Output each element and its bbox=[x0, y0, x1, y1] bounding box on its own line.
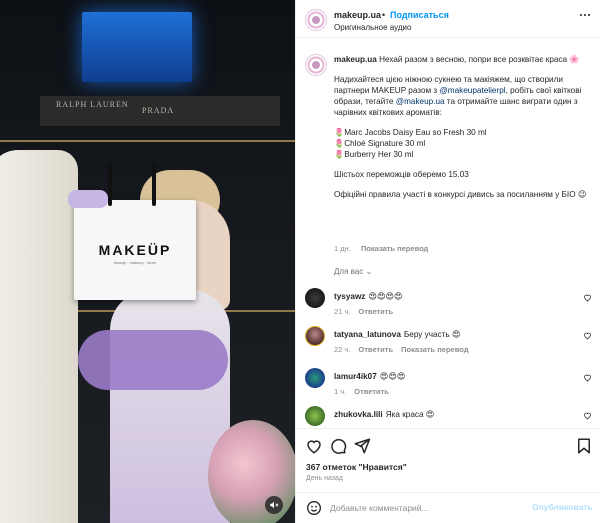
comment-item: zhukovka.lili Яка краса 😍 bbox=[296, 406, 600, 428]
brand-sign-1: RALPH LAUREN bbox=[56, 100, 129, 109]
volume-off-icon bbox=[270, 501, 279, 509]
for-you-dropdown[interactable]: Для вас ⌄ bbox=[334, 267, 372, 276]
caption-meta: 1 дн. Показать перевод bbox=[334, 244, 436, 253]
mention-link[interactable]: @makeupatelierpl bbox=[439, 86, 505, 95]
reply-button[interactable]: Ответить bbox=[358, 307, 393, 316]
heart-icon[interactable] bbox=[583, 293, 592, 302]
follow-button[interactable]: Подписаться bbox=[390, 10, 449, 20]
show-translation-button[interactable]: Показать перевод bbox=[361, 244, 428, 253]
avatar[interactable] bbox=[305, 406, 325, 426]
winners-text: Шістьох переможців оберемо 15.03 bbox=[334, 170, 469, 179]
comment-item: lamur4ik07 😍😍😍 1 ч. Ответить bbox=[296, 368, 600, 408]
comment-text: Яка краса 😍 bbox=[385, 410, 435, 419]
comment-text: 😍😍😍😍 bbox=[368, 292, 403, 301]
mute-button[interactable] bbox=[265, 496, 283, 514]
comment-text: 😍😍😍 bbox=[379, 372, 406, 381]
comment-username[interactable]: zhukovka.lili bbox=[334, 410, 383, 419]
store-screen bbox=[82, 12, 192, 82]
heart-icon[interactable] bbox=[583, 373, 592, 382]
comment-input[interactable] bbox=[330, 500, 530, 516]
heart-icon[interactable] bbox=[583, 331, 592, 340]
avatar[interactable] bbox=[305, 368, 325, 388]
bookmark-icon[interactable] bbox=[575, 437, 593, 455]
show-translation-button[interactable]: Показать перевод bbox=[401, 345, 468, 354]
comment-item: tysyawz 😍😍😍😍 21 ч. Ответить bbox=[296, 288, 600, 328]
mention-link[interactable]: @makeup.ua bbox=[396, 97, 445, 106]
send-icon[interactable] bbox=[353, 437, 371, 455]
comment-item: tatyana_latunova Беру участь 😍 22 ч. Ответ… bbox=[296, 326, 600, 366]
bag-subtitle: beauty · makeup · store bbox=[113, 260, 157, 265]
post-caption: makeup.ua Нехай разом з весною, попри вс… bbox=[334, 54, 589, 209]
purple-sash bbox=[78, 330, 228, 390]
prize-item: 🌷Chloé Signature 30 ml bbox=[334, 139, 426, 148]
post-side-panel: makeup.ua • Подписаться Оригинальное ауд… bbox=[295, 0, 600, 523]
comment-time: 21 ч. bbox=[334, 307, 351, 316]
more-horizontal-icon[interactable] bbox=[578, 8, 592, 22]
post-media[interactable]: RALPH LAUREN PRADA MAKEÜP beauty · makeu… bbox=[0, 0, 295, 523]
post-actions: 367 отметок "Нравится" День назад bbox=[296, 428, 600, 492]
shelf-light bbox=[0, 140, 295, 142]
likes-count[interactable]: 367 отметок "Нравится" bbox=[306, 462, 407, 472]
comment-text: Беру участь 😍 bbox=[403, 330, 461, 339]
prize-item: 🌷Burberry Her 30 ml bbox=[334, 150, 414, 159]
comment-time: 1 ч. bbox=[334, 387, 347, 396]
comment-icon[interactable] bbox=[329, 437, 347, 455]
bag-logo: MAKEÜP bbox=[98, 242, 172, 258]
author-username[interactable]: makeup.ua bbox=[334, 10, 381, 20]
avatar[interactable] bbox=[305, 326, 325, 346]
post-comment-button[interactable]: Опубликовать bbox=[532, 502, 593, 512]
instagram-post-window: RALPH LAUREN PRADA MAKEÜP beauty · makeu… bbox=[0, 0, 600, 523]
prize-item: 🌷Marc Jacobs Daisy Eau so Fresh 30 ml bbox=[334, 128, 487, 137]
heart-icon[interactable] bbox=[583, 411, 592, 420]
post-date[interactable]: День назад bbox=[306, 475, 343, 482]
avatar[interactable] bbox=[305, 54, 327, 76]
caption-username[interactable]: makeup.ua bbox=[334, 55, 377, 64]
comment-username[interactable]: lamur4ik07 bbox=[334, 372, 377, 381]
comment-username[interactable]: tatyana_latunova bbox=[334, 330, 401, 339]
caption-line1: Нехай разом з весною, попри все розквіта… bbox=[379, 55, 580, 64]
post-header: makeup.ua • Подписаться Оригинальное ауд… bbox=[296, 0, 600, 38]
shopping-bag: MAKEÜP beauty · makeup · store bbox=[68, 162, 196, 300]
caption-time: 1 дн. bbox=[334, 244, 351, 253]
reply-button[interactable]: Ответить bbox=[354, 387, 389, 396]
separator-dot: • bbox=[382, 10, 386, 20]
person-in-white-jacket bbox=[0, 150, 78, 523]
audio-label[interactable]: Оригинальное аудио bbox=[334, 23, 411, 32]
add-comment-bar: Опубликовать bbox=[296, 492, 600, 523]
rules-text: Офіційні правила участі в конкурсі дивис… bbox=[334, 190, 587, 199]
heart-icon[interactable] bbox=[305, 437, 323, 455]
comment-time: 22 ч. bbox=[334, 345, 351, 354]
avatar[interactable] bbox=[305, 9, 327, 31]
reply-button[interactable]: Ответить bbox=[358, 345, 393, 354]
comments-list[interactable]: makeup.ua Нехай разом з весною, попри вс… bbox=[296, 38, 600, 428]
emoji-icon[interactable] bbox=[306, 500, 322, 516]
brand-sign-2: PRADA bbox=[142, 106, 175, 115]
avatar[interactable] bbox=[305, 288, 325, 308]
comment-username[interactable]: tysyawz bbox=[334, 292, 365, 301]
